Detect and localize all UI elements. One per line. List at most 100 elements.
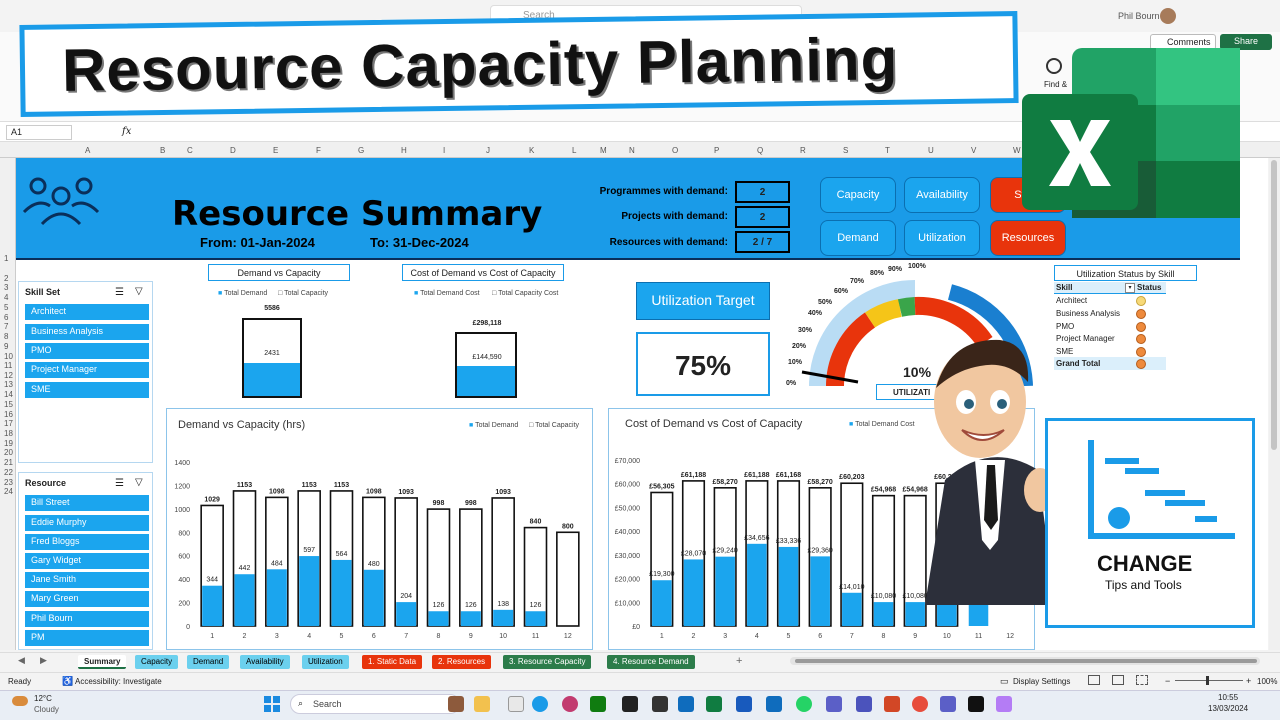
demand-bar[interactable] [460,611,481,626]
column-header-cell[interactable]: C [187,146,193,155]
tab-demand[interactable]: Demand [187,655,230,669]
column-header-cell[interactable]: A [85,146,90,155]
skill-item[interactable]: Architect [25,304,149,320]
weather-desc[interactable]: Cloudy [34,705,59,714]
demand-bar[interactable] [715,556,735,626]
demand-bar[interactable] [683,559,704,626]
skill-item[interactable]: Business Analysis [25,324,149,340]
row-header-cell[interactable]: 24 [4,487,13,496]
nav-utilization-button[interactable]: Utilization [904,220,980,256]
demand-bar[interactable] [363,569,384,626]
horizontal-scroll-thumb[interactable] [795,659,1257,663]
add-sheet-icon[interactable]: + [736,655,742,667]
app-icon[interactable] [652,696,668,712]
avatar[interactable] [1160,8,1176,24]
clock-date[interactable]: 13/03/2024 [1208,704,1248,713]
column-header-cell[interactable]: O [672,146,678,155]
demand-bar[interactable] [873,602,894,626]
resource-item[interactable]: Gary Widget [25,553,149,569]
clock-time[interactable]: 10:55 [1218,693,1238,702]
next-sheet-icon[interactable]: ▶ [40,655,47,666]
row-header-cell[interactable]: 15 [4,400,13,409]
column-header-cell[interactable]: N [629,146,635,155]
column-header-cell[interactable]: S [843,146,848,155]
capacity-bar[interactable] [556,531,580,627]
nav-capacity-button[interactable]: Capacity [820,177,896,213]
resource-item[interactable]: Jane Smith [25,572,149,588]
resource-item[interactable]: PM [25,630,149,646]
row-header-cell[interactable]: 12 [4,371,13,380]
column-header-cell[interactable]: G [358,146,364,155]
app-icon[interactable] [766,696,782,712]
column-header-cell[interactable]: U [928,146,934,155]
multi-select-icon[interactable]: ☰ [115,287,124,298]
clear-filter-icon[interactable]: ▽ [135,286,143,297]
zoom-in-icon[interactable]: + [1246,676,1251,686]
row-header-cell[interactable]: 8 [4,332,8,341]
demand-bar[interactable] [234,574,255,626]
column-header-cell[interactable]: M [600,146,607,155]
multi-select-icon[interactable]: ☰ [115,478,124,489]
resource-item[interactable]: Eddie Murphy [25,515,149,531]
row-header-cell[interactable]: 14 [4,390,13,399]
demand-bar[interactable] [266,569,287,626]
zoom-slider[interactable] [1175,680,1243,681]
row-header-cell[interactable]: 11 [4,361,12,370]
demand-bar[interactable] [778,546,799,626]
skill-item[interactable]: PMO [25,343,149,359]
vertical-scroll-thumb[interactable] [1271,160,1277,450]
nav-resources-button[interactable]: Resources [990,220,1066,256]
demand-bar[interactable] [299,556,320,626]
column-header-cell[interactable]: H [401,146,407,155]
row-header-cell[interactable]: 13 [4,380,13,389]
resource-item[interactable]: Bill Street [25,495,149,511]
row-header-cell[interactable]: 22 [4,468,13,477]
mini-demand-demand-bar[interactable] [244,363,300,396]
skill-item[interactable]: SME [25,382,149,398]
page-layout-icon[interactable] [1112,675,1124,685]
row-header-cell[interactable]: 6 [4,313,8,322]
column-header-cell[interactable]: E [273,146,278,155]
demand-bar[interactable] [747,543,767,626]
row-header-cell[interactable]: 20 [4,448,13,457]
column-header-cell[interactable]: T [885,146,890,155]
teams-icon[interactable] [856,696,872,712]
page-break-icon[interactable] [1136,675,1148,685]
demand-bar[interactable] [493,609,514,626]
row-header-cell[interactable]: 1 [4,254,8,263]
demand-bar[interactable] [652,580,672,626]
demand-bar[interactable] [428,611,449,626]
skill-item[interactable]: Project Manager [25,362,149,378]
column-header-cell[interactable]: P [714,146,719,155]
xbox-icon[interactable] [590,696,606,712]
display-settings-icon[interactable]: ▭ [1000,676,1009,687]
task-view-icon[interactable] [448,696,464,712]
column-header-cell[interactable]: Q [757,146,763,155]
teams-icon[interactable] [826,696,842,712]
row-header-cell[interactable]: 21 [4,458,13,467]
column-header-cell[interactable]: W [1013,146,1021,155]
column-header-cell[interactable]: R [800,146,806,155]
tab-availability[interactable]: Availability [240,655,290,669]
zoom-out-icon[interactable]: − [1165,676,1170,686]
windows-start-icon[interactable] [264,696,280,712]
display-settings[interactable]: Display Settings [1013,677,1070,686]
column-header-cell[interactable]: J [486,146,490,155]
column-header-cell[interactable]: L [572,146,576,155]
clear-filter-icon[interactable]: ▽ [135,477,143,488]
edge-icon[interactable] [532,696,548,712]
word-icon[interactable] [736,696,752,712]
powerpoint-icon[interactable] [884,696,900,712]
tab-resource-capacity[interactable]: 3. Resource Capacity [503,655,592,669]
normal-view-icon[interactable] [1088,675,1100,685]
column-header-cell[interactable]: B [160,146,165,155]
column-header-cell[interactable]: K [529,146,534,155]
zoom-thumb[interactable] [1206,676,1209,685]
row-header-cell[interactable]: 2 [4,274,8,283]
tab-static-data[interactable]: 1. Static Data [362,655,423,669]
demand-bar[interactable] [968,602,989,626]
row-header-cell[interactable]: 9 [4,342,8,351]
app-icon[interactable] [622,696,638,712]
app-icon[interactable] [996,696,1012,712]
row-header-cell[interactable]: 7 [4,322,8,331]
